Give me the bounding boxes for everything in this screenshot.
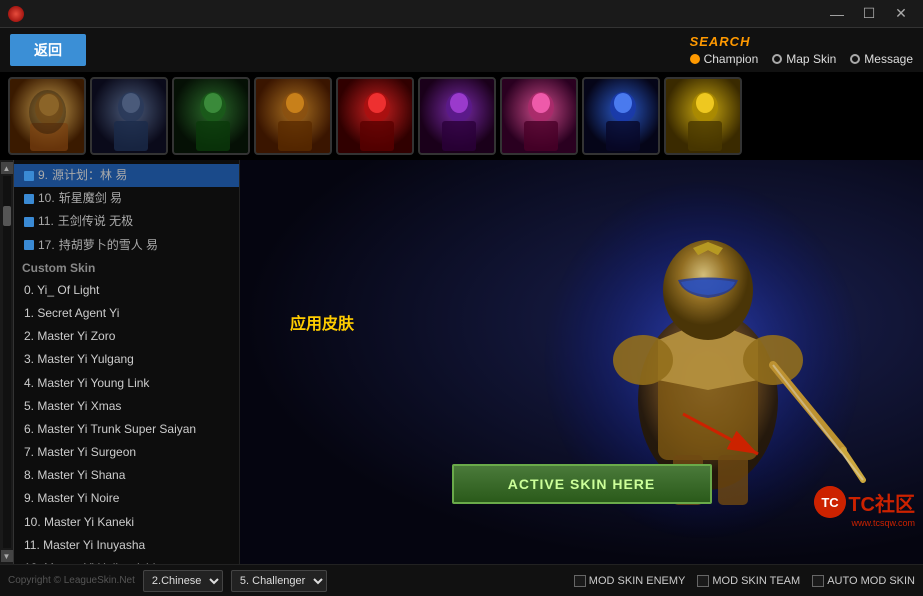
minimize-button[interactable]: — (823, 2, 851, 26)
radio-message[interactable]: Message (850, 52, 913, 66)
custom-skin-item-2[interactable]: 2. Master Yi Zoro (14, 325, 239, 348)
challenger-dropdown[interactable]: 5. Challenger (231, 570, 327, 592)
svg-text:TC: TC (822, 495, 840, 510)
title-bar: — ☐ ✕ (0, 0, 923, 28)
radio-mapskin[interactable]: Map Skin (772, 52, 836, 66)
scroll-down-button[interactable]: ▼ (1, 550, 13, 562)
skin-icon (24, 240, 34, 250)
search-options: Champion Map Skin Message (690, 52, 913, 66)
watermark-area: TC TC社区 www.tcsqw.com (814, 486, 915, 528)
custom-skin-item-7[interactable]: 7. Master Yi Surgeon (14, 441, 239, 464)
auto-mod-checkbox[interactable] (812, 575, 824, 587)
tc-logo-circle: TC (814, 486, 846, 518)
radio-label-message: Message (864, 52, 913, 66)
builtin-skin-number: 10. (38, 189, 55, 208)
custom-skin-item-5[interactable]: 5. Master Yi Xmas (14, 395, 239, 418)
scroll-up-button[interactable]: ▲ (1, 162, 13, 174)
red-arrow (673, 404, 773, 464)
mod-options: MOD SKIN ENEMY MOD SKIN TEAM AUTO MOD SK… (574, 575, 915, 587)
radio-dot-mapskin (772, 54, 782, 64)
champion-thumb-3[interactable] (172, 77, 250, 155)
custom-skin-item-8[interactable]: 8. Master Yi Shana (14, 464, 239, 487)
skin-preview: 应用皮肤 (240, 160, 923, 564)
copyright-text: Copyright © LeagueSkin.Net (8, 575, 135, 586)
auto-mod-label[interactable]: AUTO MOD SKIN (812, 575, 915, 587)
scroll-thumb (3, 206, 11, 226)
champion-thumb-9[interactable] (664, 77, 742, 155)
skin-icon (24, 217, 34, 227)
builtin-skin-number: 17. (38, 236, 55, 255)
search-label: SEARCH (690, 34, 751, 49)
custom-skin-item-1[interactable]: 1. Secret Agent Yi (14, 302, 239, 325)
builtin-skin-number: 9. (38, 166, 48, 185)
builtin-skin-name: 王剑传说 无极 (58, 212, 133, 231)
mod-team-text: MOD SKIN TEAM (712, 575, 800, 587)
builtin-skin-name: 持胡萝卜的雪人 易 (59, 236, 158, 255)
custom-skin-item-11[interactable]: 11. Master Yi Inuyasha (14, 534, 239, 557)
custom-skin-item-3[interactable]: 3. Master Yi Yulgang (14, 348, 239, 371)
skin-list-panel: ▲ ▼ 9. 源计划：林 易 10. (0, 160, 240, 564)
mod-team-label[interactable]: MOD SKIN TEAM (697, 575, 800, 587)
back-button[interactable]: 返回 (10, 34, 86, 66)
champion-thumb-4[interactable] (254, 77, 332, 155)
bottom-bar: Copyright © LeagueSkin.Net 2.Chinese 5. … (0, 564, 923, 596)
skin-list-scroll[interactable]: 9. 源计划：林 易 10. 斩星魔剑 易 11. 王剑传说 无极 (14, 160, 239, 564)
apply-skin-text: 应用皮肤 (290, 316, 354, 333)
maximize-button[interactable]: ☐ (855, 2, 883, 26)
close-button[interactable]: ✕ (887, 2, 915, 26)
builtin-skin-name: 源计划：林 易 (52, 166, 127, 185)
champion-thumb-8[interactable] (582, 77, 660, 155)
custom-skin-item-12[interactable]: 12. Master Yi Hollow Ichigo (14, 557, 239, 564)
mod-enemy-label[interactable]: MOD SKIN ENEMY (574, 575, 686, 587)
top-bar: 返回 SEARCH Champion Map Skin Message (0, 28, 923, 72)
radio-dot-champion (690, 54, 700, 64)
custom-skin-item-10[interactable]: 10. Master Yi Kaneki (14, 511, 239, 534)
mod-enemy-checkbox[interactable] (574, 575, 586, 587)
scroll-track (3, 176, 11, 548)
builtin-skin-number: 11. (38, 212, 54, 231)
skin-icon (24, 171, 34, 181)
champion-thumb-7[interactable] (500, 77, 578, 155)
title-bar-left (8, 6, 24, 22)
main-content: 返回 SEARCH Champion Map Skin Message (0, 28, 923, 596)
champion-thumb-1[interactable] (8, 77, 86, 155)
thumbnails-row (0, 72, 923, 160)
search-area: SEARCH Champion Map Skin Message (690, 34, 913, 66)
active-skin-button[interactable]: ACTIVE SKIN HERE (452, 464, 712, 504)
skin-icon (24, 194, 34, 204)
watermark-logo: TC TC社区 (814, 486, 915, 518)
builtin-skin-item-9[interactable]: 9. 源计划：林 易 (14, 164, 239, 187)
mod-enemy-text: MOD SKIN ENEMY (589, 575, 686, 587)
custom-section-header: Custom Skin (14, 257, 239, 279)
champion-thumb-2[interactable] (90, 77, 168, 155)
watermark-site: www.tcsqw.com (851, 518, 915, 528)
radio-dot-message (850, 54, 860, 64)
radio-label-mapskin: Map Skin (786, 52, 836, 66)
language-dropdown[interactable]: 2.Chinese (143, 570, 223, 592)
builtin-skin-name: 斩星魔剑 易 (59, 189, 122, 208)
title-bar-controls: — ☐ ✕ (823, 2, 915, 26)
mod-team-checkbox[interactable] (697, 575, 709, 587)
content-area: ▲ ▼ 9. 源计划：林 易 10. (0, 160, 923, 564)
radio-label-champion: Champion (704, 52, 759, 66)
custom-skin-item-0[interactable]: 0. Yi_ Of Light (14, 279, 239, 302)
champion-thumb-6[interactable] (418, 77, 496, 155)
app-icon (8, 6, 24, 22)
builtin-skin-item-11[interactable]: 11. 王剑传说 无极 (14, 210, 239, 233)
radio-champion[interactable]: Champion (690, 52, 759, 66)
champion-thumb-5[interactable] (336, 77, 414, 155)
custom-skin-item-4[interactable]: 4. Master Yi Young Link (14, 372, 239, 395)
watermark-text: TC社区 (848, 488, 915, 517)
auto-mod-text: AUTO MOD SKIN (827, 575, 915, 587)
builtin-skin-item-17[interactable]: 17. 持胡萝卜的雪人 易 (14, 234, 239, 257)
custom-skin-item-9[interactable]: 9. Master Yi Noire (14, 487, 239, 510)
builtin-skin-item-10[interactable]: 10. 斩星魔剑 易 (14, 187, 239, 210)
scroll-indicator: ▲ ▼ (0, 160, 14, 564)
custom-skin-item-6[interactable]: 6. Master Yi Trunk Super Saiyan (14, 418, 239, 441)
